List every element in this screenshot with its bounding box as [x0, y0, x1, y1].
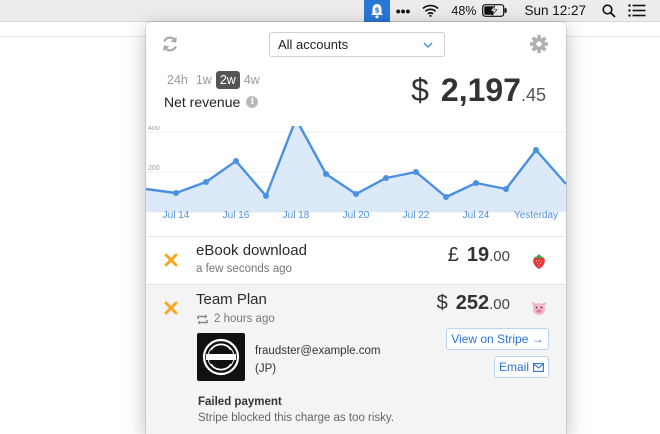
- amount-integer: 252: [455, 292, 490, 314]
- status-description: Stripe blocked this charge as too risky.: [198, 412, 395, 424]
- chart-area-fill: [146, 126, 566, 212]
- chart-data-point[interactable]: [473, 180, 479, 186]
- chart-data-point[interactable]: [353, 191, 359, 197]
- feed-item-ebook[interactable]: eBook download a few seconds ago £ 19 .0…: [146, 236, 566, 284]
- chart-data-point[interactable]: [173, 190, 179, 196]
- revenue-currency: $: [411, 72, 429, 108]
- chart-y-tick-label: 400: [148, 126, 160, 132]
- account-select[interactable]: All accounts: [269, 32, 445, 57]
- gear-icon[interactable]: [529, 34, 549, 54]
- account-select-value: All accounts: [278, 37, 349, 52]
- status-title: Failed payment: [198, 396, 282, 408]
- background-divider-right: [566, 36, 660, 37]
- stripe-notification-icon[interactable]: $: [363, 0, 390, 22]
- pig-face-icon: [532, 302, 546, 315]
- feed-item-amount: £ 19 .00: [448, 244, 510, 267]
- net-revenue-amount: $ 2,197 .45: [411, 72, 546, 109]
- period-4w[interactable]: 4w: [240, 71, 264, 89]
- feed-item-amount: $ 252 .00: [437, 292, 510, 315]
- close-icon[interactable]: [164, 301, 178, 315]
- period-2w[interactable]: 2w: [215, 71, 240, 89]
- envelope-icon: [533, 362, 544, 372]
- recurring-icon: [197, 314, 208, 324]
- more-dots-icon[interactable]: •••: [390, 0, 417, 22]
- chart-data-point[interactable]: [503, 186, 509, 192]
- chart-x-tick-label: Jul 22: [402, 210, 430, 221]
- net-revenue-text: Net revenue: [164, 94, 241, 110]
- amount-integer: 19: [466, 244, 490, 266]
- close-icon[interactable]: [164, 253, 178, 267]
- background-divider-left: [0, 36, 146, 37]
- chart-data-point[interactable]: [203, 179, 209, 185]
- chart-x-tick-label: Jul 18: [282, 210, 310, 221]
- customer-logo-icon: [202, 338, 240, 376]
- info-icon[interactable]: i: [246, 96, 259, 108]
- chart-x-axis: Jul 14 Jul 16 Jul 18 Jul 20 Jul 22 Jul 24 Yest…: [146, 210, 566, 224]
- popover-header: All accounts: [146, 22, 566, 66]
- svg-text:$: $: [374, 6, 379, 14]
- feed-item-title: eBook download: [196, 242, 307, 259]
- chart-x-tick-label: Jul 14: [162, 210, 190, 221]
- revenue-decimal: .45: [520, 85, 546, 105]
- view-on-stripe-button[interactable]: View on Stripe →: [446, 328, 549, 350]
- chart-data-point[interactable]: [443, 194, 449, 200]
- feed-item-time: a few seconds ago: [196, 263, 292, 275]
- chart-data-point[interactable]: [323, 171, 329, 177]
- period-1w[interactable]: 1w: [192, 71, 216, 89]
- chart-x-tick-label: Jul 24: [462, 210, 490, 221]
- chart-y-tick-label: 200: [148, 165, 160, 172]
- menubar-clock[interactable]: Sun 12:27: [514, 0, 596, 22]
- amount-decimal: .00: [489, 248, 510, 265]
- chart-x-tick-label: Jul 16: [222, 210, 250, 221]
- feed-item-time: 2 hours ago: [214, 313, 275, 325]
- chart-data-point[interactable]: [233, 158, 239, 164]
- period-24h[interactable]: 24h: [163, 71, 192, 89]
- feed-item-title: Team Plan: [196, 291, 267, 308]
- menu-bar: $ ••• 48% Sun 12:27: [0, 0, 660, 22]
- chevron-down-icon: [423, 42, 433, 49]
- chart-data-point[interactable]: [413, 169, 419, 175]
- revenue-integer: 2,197: [440, 72, 521, 108]
- feed-item-time-row: 2 hours ago: [196, 313, 275, 325]
- strawberry-icon: [533, 254, 545, 269]
- avatar: [197, 333, 245, 381]
- chart-x-tick-label: Yesterday: [513, 210, 559, 221]
- amount-currency: $: [436, 292, 448, 314]
- customer-country: (JP): [255, 363, 277, 375]
- amount-decimal: .00: [489, 296, 510, 313]
- notification-center-icon[interactable]: [622, 0, 660, 22]
- amount-currency: £: [447, 244, 459, 266]
- customer-email: fraudster@example.com: [255, 345, 381, 357]
- chart-x-tick-label: Jul 20: [342, 210, 370, 221]
- battery-charging-icon[interactable]: [482, 0, 514, 22]
- chart-data-point[interactable]: [263, 193, 269, 199]
- spotlight-search-icon[interactable]: [596, 0, 622, 22]
- chart-data-point[interactable]: [533, 147, 539, 153]
- view-on-stripe-label: View on Stripe →: [451, 332, 544, 346]
- period-selector: 24h 1w 2w 4w: [163, 71, 264, 89]
- stripe-popover: All accounts 24h 1w 2w 4w Net revenue i …: [146, 22, 566, 434]
- chart-data-point[interactable]: [383, 175, 389, 181]
- email-button[interactable]: Email: [494, 356, 549, 378]
- feed-item-team-plan[interactable]: Team Plan 2 hours ago $ 252 .00 fraudste…: [146, 284, 566, 434]
- net-revenue-label: Net revenue i: [164, 94, 259, 110]
- email-button-label: Email: [498, 360, 529, 374]
- wifi-icon[interactable]: [416, 0, 445, 22]
- refresh-icon[interactable]: [160, 34, 180, 54]
- battery-percent: 48%: [451, 3, 477, 18]
